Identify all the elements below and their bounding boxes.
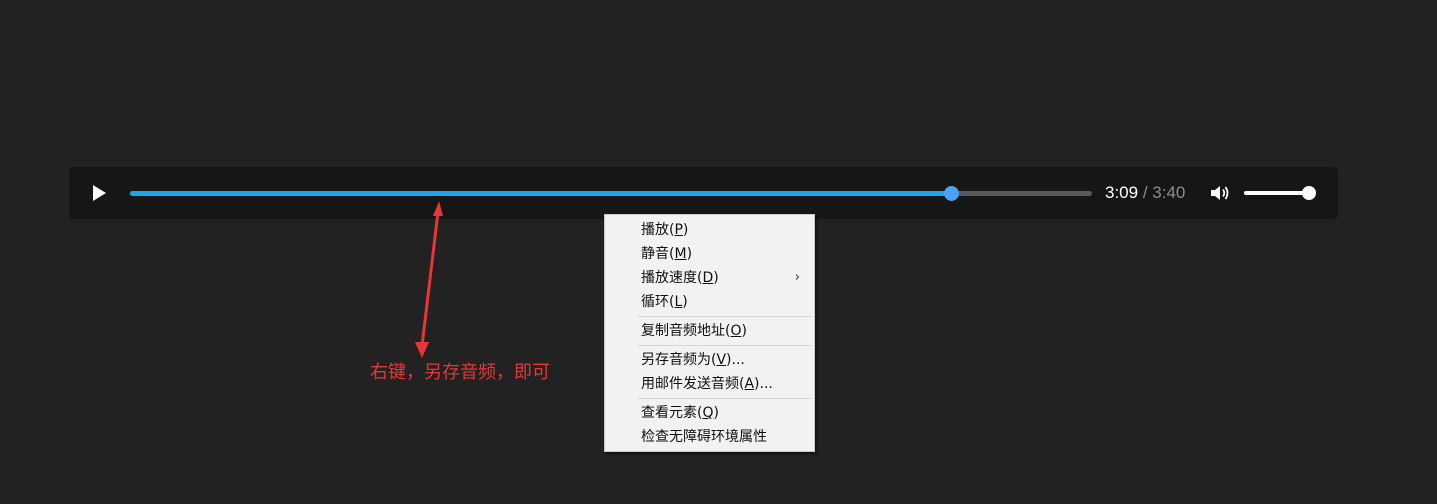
menu-item-loop[interactable]: 循环(L)	[605, 290, 814, 314]
current-time: 3:09	[1105, 183, 1139, 202]
volume-thumb[interactable]	[1302, 186, 1316, 200]
menu-item-copy-audio-address[interactable]: 复制音频地址(O)	[605, 319, 814, 343]
menu-item-email-audio[interactable]: 用邮件发送音频(A)...	[605, 372, 814, 396]
menu-label-tail: )...	[754, 376, 773, 392]
menu-item-inspect-accessibility[interactable]: 检查无障碍环境属性	[605, 425, 814, 449]
seek-bar-progress	[130, 191, 951, 196]
menu-label-tail: )	[713, 405, 719, 421]
menu-separator	[638, 345, 812, 346]
menu-label-tail: )	[713, 270, 719, 286]
menu-item-save-audio-as[interactable]: 另存音频为(V)...	[605, 348, 814, 372]
duration: 3:40	[1152, 183, 1186, 202]
play-button[interactable]	[89, 183, 109, 203]
time-separator: /	[1142, 183, 1148, 202]
annotation-text: 右键，另存音频，即可	[370, 362, 550, 383]
seek-thumb[interactable]	[943, 186, 959, 201]
menu-item-play[interactable]: 播放(P)	[605, 218, 814, 242]
time-display: 3:09 / 3:40	[1105, 183, 1185, 203]
menu-label-tail: )	[682, 294, 688, 310]
menu-accel: D	[702, 270, 714, 286]
menu-label: 复制音频地址(	[641, 323, 731, 339]
mute-button[interactable]	[1209, 183, 1231, 203]
menu-label: 静音(	[641, 246, 675, 262]
volume-icon	[1211, 186, 1229, 200]
menu-label: 查看元素(	[641, 405, 703, 421]
menu-item-playback-speed[interactable]: 播放速度(D) ›	[605, 266, 814, 290]
menu-label-tail: )	[686, 246, 693, 262]
menu-label: 检查无障碍环境属性	[641, 429, 767, 445]
context-menu: 播放(P) 静音(M) 播放速度(D) › 循环(L) 复制音频地址(O) 另存音…	[604, 214, 815, 452]
volume-level	[1244, 191, 1310, 195]
menu-accel: Q	[702, 405, 714, 421]
seek-bar[interactable]	[130, 186, 1092, 201]
menu-separator	[638, 398, 812, 399]
menu-label-tail: )	[682, 222, 689, 238]
menu-label-tail: )	[741, 323, 747, 339]
menu-label-tail: )...	[726, 352, 745, 368]
menu-accel: O	[730, 323, 742, 339]
volume-slider[interactable]	[1244, 186, 1316, 200]
menu-accel: M	[674, 246, 687, 262]
menu-item-mute[interactable]: 静音(M)	[605, 242, 814, 266]
menu-label: 播放速度(	[641, 270, 703, 286]
menu-item-inspect-element[interactable]: 查看元素(Q)	[605, 401, 814, 425]
menu-label: 播放(	[641, 222, 675, 238]
menu-accel: A	[744, 376, 755, 392]
chevron-right-icon: ›	[794, 270, 800, 285]
menu-label: 循环(	[641, 294, 675, 310]
menu-label: 用邮件发送音频(	[641, 376, 745, 392]
annotation-arrow	[415, 201, 443, 358]
menu-accel: V	[716, 352, 727, 368]
play-icon	[93, 185, 106, 201]
menu-label: 另存音频为(	[641, 352, 717, 368]
menu-accel: P	[674, 222, 683, 238]
menu-separator	[638, 316, 812, 317]
audio-player: 3:09 / 3:40	[69, 167, 1338, 219]
